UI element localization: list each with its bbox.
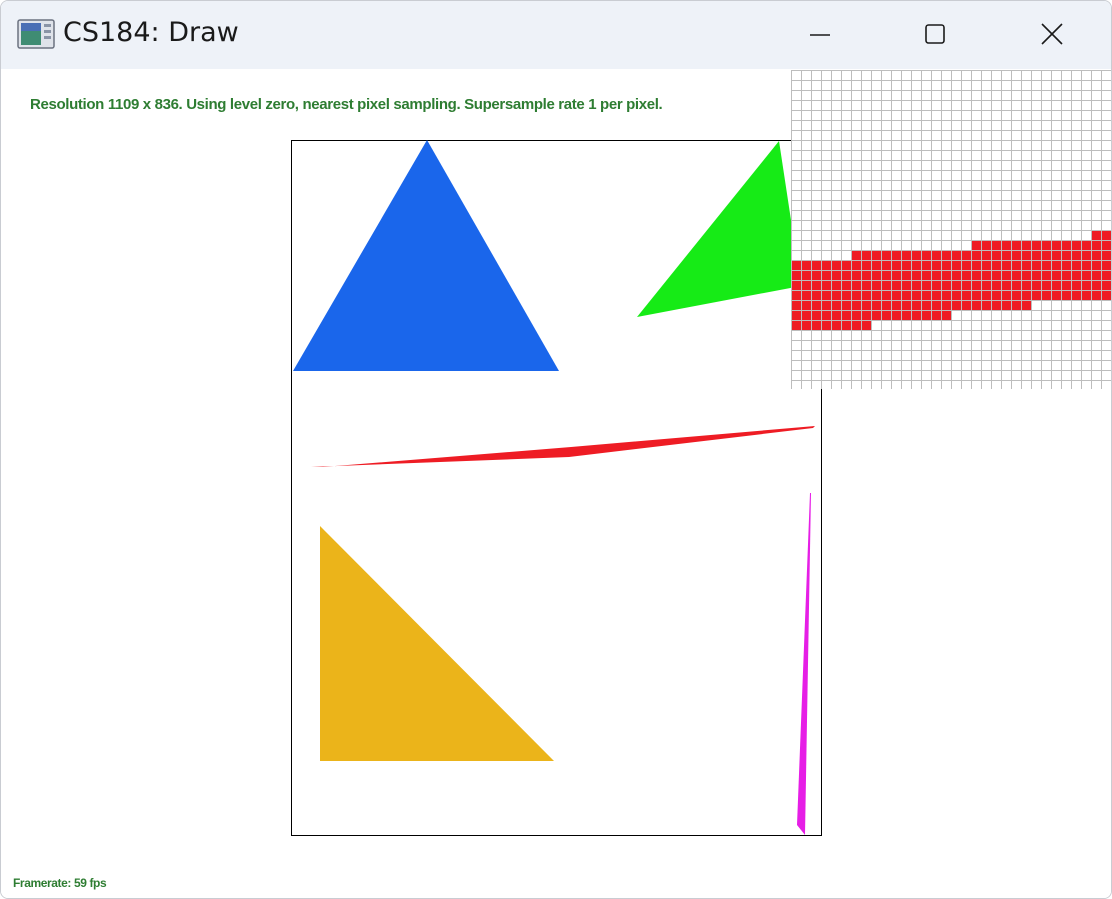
close-icon [1041, 23, 1063, 45]
app-window-icon [17, 19, 55, 49]
title-bar[interactable]: CS184: Draw [1, 1, 1111, 69]
window-title: CS184: Draw [63, 17, 239, 48]
minimize-button[interactable] [764, 1, 876, 69]
zoom-grid-overlay [791, 70, 1111, 389]
app-window: CS184: Draw Resolution 1109 x 836. Using… [0, 0, 1112, 899]
framerate-text: Framerate: 59 fps [13, 876, 107, 890]
minimize-icon [810, 34, 830, 36]
maximize-button[interactable] [879, 1, 991, 69]
close-button[interactable] [995, 1, 1107, 69]
zoom-pixels [791, 70, 1111, 389]
maximize-icon [925, 24, 945, 44]
draw-viewport[interactable]: Resolution 1109 x 836. Using level zero,… [1, 69, 1111, 898]
pixel-inspector-zoom [791, 70, 1111, 389]
